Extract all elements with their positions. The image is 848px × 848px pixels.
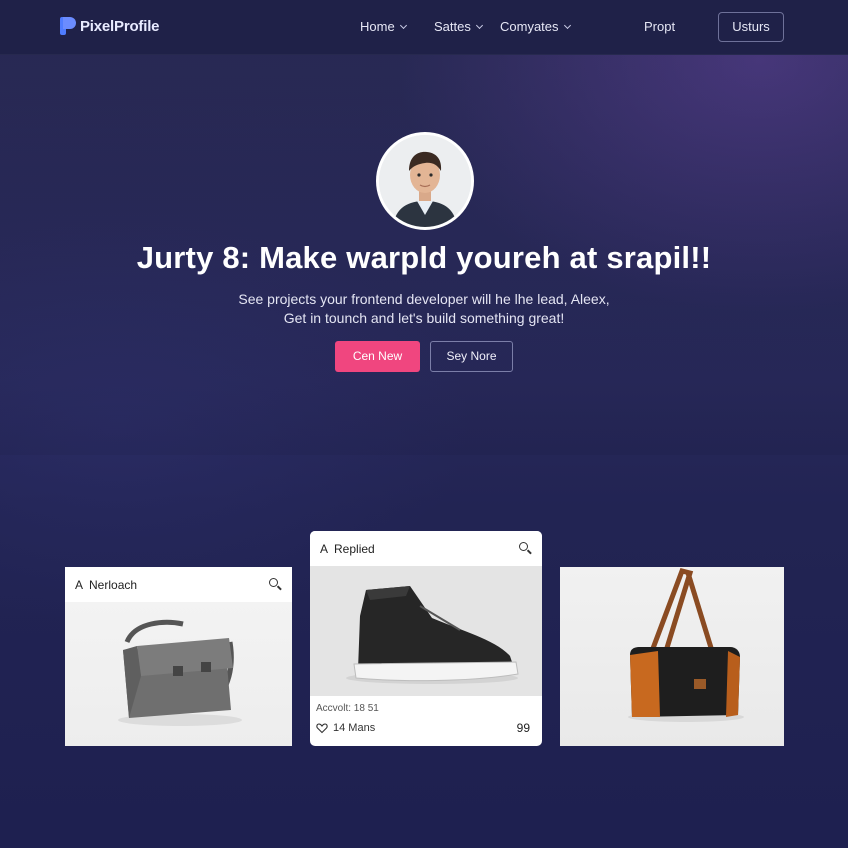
likes-count: 14 Mans — [333, 722, 376, 734]
heart-icon[interactable] — [316, 722, 328, 734]
chevron-down-icon — [399, 21, 407, 29]
card-header: A Nerloach — [65, 567, 292, 602]
card-count: 99 — [516, 721, 530, 735]
nav-item-label: Home — [360, 19, 395, 34]
chevron-down-icon — [563, 21, 571, 29]
hero-subtitle-line-1: See projects your frontend developer wil… — [238, 291, 610, 307]
product-image-sneaker — [310, 566, 542, 696]
card-header: A Replied — [310, 531, 542, 566]
secondary-cta-button[interactable]: Sey Nore — [430, 341, 513, 372]
nav-item-sattes[interactable]: Sattes — [434, 19, 483, 34]
product-image-messenger-bag — [65, 602, 292, 746]
card-prefix: A — [75, 577, 84, 592]
logo-icon — [60, 17, 76, 35]
card-footer: 14 Mans 99 — [316, 721, 530, 735]
chevron-down-icon — [475, 21, 483, 29]
nav-item-propt[interactable]: Propt — [644, 19, 675, 34]
hero-subtitle-line-2: Get in tounch and let's build something … — [283, 310, 565, 326]
nav-item-label: Comyates — [500, 19, 559, 34]
product-card[interactable]: A Replied Accvolt: 18 51 14 Mans 99 — [310, 531, 542, 746]
card-meta: Accvolt: 18 51 — [316, 703, 379, 714]
search-icon[interactable] — [269, 578, 282, 591]
navbar: PixelProfile Home Sattes Comyates Propt … — [0, 0, 848, 55]
nav-item-label: Sattes — [434, 19, 471, 34]
card-title: Nerloach — [89, 577, 138, 592]
hero-title: Jurty 8: Make warpld youreh at srapil!! — [136, 240, 712, 275]
nav-item-comyates[interactable]: Comyates — [500, 19, 571, 34]
card-prefix: A — [320, 541, 329, 556]
nav-cta-button[interactable]: Usturs — [718, 12, 784, 42]
product-card[interactable] — [560, 567, 784, 746]
card-title: Replied — [334, 541, 375, 556]
brand[interactable]: PixelProfile — [60, 17, 160, 35]
nav-item-label: Propt — [644, 19, 676, 34]
nav-item-home[interactable]: Home — [360, 19, 407, 34]
product-card[interactable]: A Nerloach — [65, 567, 292, 746]
brand-name: PixelProfile — [80, 17, 160, 35]
primary-cta-button[interactable]: Cen New — [335, 341, 420, 372]
product-image-handbag — [560, 567, 784, 746]
search-icon[interactable] — [519, 542, 532, 555]
avatar — [376, 132, 474, 230]
